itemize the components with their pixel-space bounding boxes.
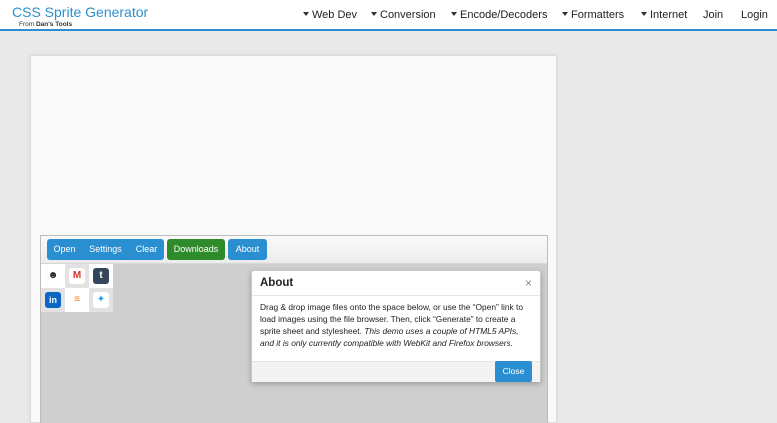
nav-formatters[interactable]: Formatters bbox=[562, 9, 624, 22]
close-icon[interactable]: × bbox=[525, 276, 532, 290]
nav-internet[interactable]: Internet bbox=[641, 9, 687, 22]
sprite-cell[interactable]: M bbox=[65, 264, 89, 288]
about-button[interactable]: About bbox=[228, 239, 267, 260]
file-button-group: Open Settings Clear bbox=[47, 239, 164, 260]
brand-title[interactable]: CSS Sprite Generator bbox=[12, 4, 148, 20]
caret-down-icon bbox=[371, 12, 377, 17]
settings-button[interactable]: Settings bbox=[82, 239, 129, 260]
tumblr-icon: t bbox=[93, 268, 109, 284]
twitter-icon: ✦ bbox=[93, 292, 109, 308]
modal-body: Drag & drop image files onto the space b… bbox=[260, 301, 532, 349]
sprite-cell[interactable]: ✦ bbox=[89, 288, 113, 312]
caret-down-icon bbox=[562, 12, 568, 17]
caret-down-icon bbox=[451, 12, 457, 17]
nav-internet-label: Internet bbox=[650, 9, 688, 21]
nav-conversion[interactable]: Conversion bbox=[371, 9, 436, 22]
brand[interactable]: CSS Sprite Generator From Dan's Tools bbox=[12, 4, 148, 29]
open-button[interactable]: Open bbox=[47, 239, 82, 260]
nav-join[interactable]: Join bbox=[703, 9, 723, 22]
toolbar: Open Settings Clear Downloads About bbox=[41, 236, 547, 264]
about-modal: About × Drag & drop image files onto the… bbox=[251, 270, 541, 382]
linkedin-icon: in bbox=[45, 292, 61, 308]
brand-from-prefix: From bbox=[19, 21, 35, 28]
sprite-cell[interactable]: ≡ bbox=[65, 288, 89, 312]
github-icon: ☻ bbox=[45, 268, 61, 284]
brand-from-name: Dan's Tools bbox=[35, 21, 73, 28]
sprite-sheet-preview: ☻ M t in ≡ ✦ bbox=[41, 264, 115, 314]
clear-button[interactable]: Clear bbox=[129, 239, 164, 260]
caret-down-icon bbox=[641, 12, 647, 17]
modal-header: About × bbox=[252, 271, 540, 296]
nav-web-dev[interactable]: Web Dev bbox=[303, 9, 357, 22]
downloads-button[interactable]: Downloads bbox=[167, 239, 225, 260]
nav-web-dev-label: Web Dev bbox=[312, 9, 358, 21]
nav-login[interactable]: Login bbox=[741, 9, 768, 22]
top-navbar: CSS Sprite Generator From Dan's Tools We… bbox=[0, 0, 777, 31]
sprite-cell[interactable]: in bbox=[41, 288, 65, 312]
gmail-icon: M bbox=[69, 268, 85, 284]
modal-footer: Close bbox=[252, 361, 540, 382]
sprite-cell[interactable]: ☻ bbox=[41, 264, 65, 288]
brand-subtitle: From Dan's Tools bbox=[19, 20, 148, 29]
nav-conversion-label: Conversion bbox=[380, 9, 436, 21]
nav-encode-decoders[interactable]: Encode/Decoders bbox=[451, 9, 547, 22]
stackoverflow-icon: ≡ bbox=[69, 292, 85, 308]
close-button[interactable]: Close bbox=[495, 361, 532, 382]
nav-encode-decoders-label: Encode/Decoders bbox=[460, 9, 548, 21]
modal-title: About bbox=[260, 277, 294, 289]
sprite-cell[interactable]: t bbox=[89, 264, 113, 288]
nav-formatters-label: Formatters bbox=[571, 9, 625, 21]
caret-down-icon bbox=[303, 12, 309, 17]
